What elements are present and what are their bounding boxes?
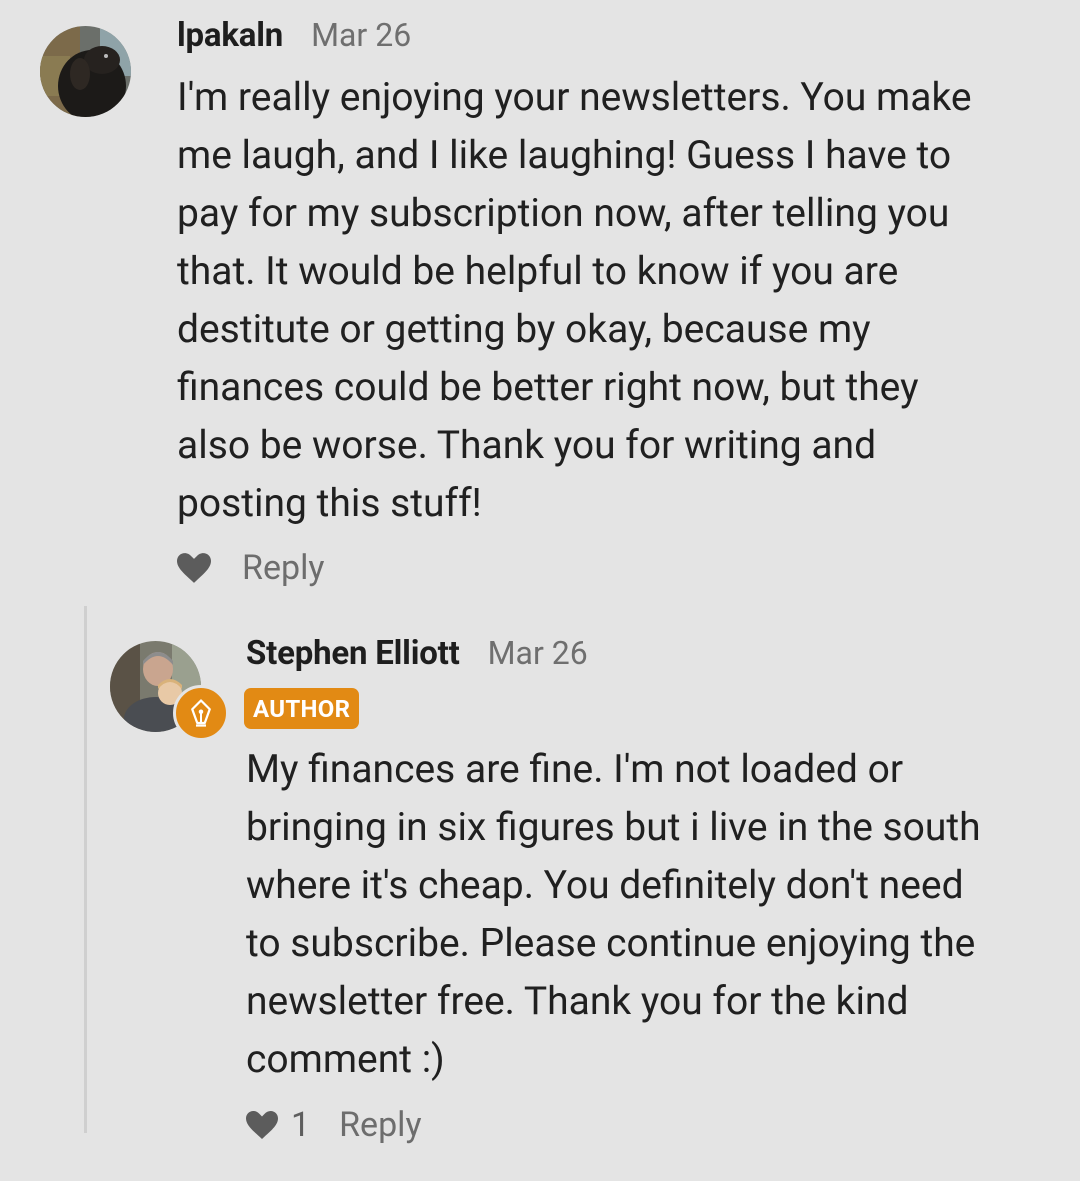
comment-date[interactable]: Mar 26	[311, 16, 411, 54]
comment-body-line: posting this stuff!	[177, 480, 482, 526]
like-button[interactable]: 1	[246, 1105, 310, 1145]
comment-body-line: My finances are fine. I'm not loaded or	[246, 746, 904, 792]
username[interactable]: lpakaln	[177, 16, 283, 55]
author-tag: AUTHOR	[244, 688, 360, 729]
comment-body-line: destitute or getting by okay, because my	[177, 306, 871, 352]
comment-body-line: where it's cheap. You definitely don't n…	[246, 862, 964, 908]
comment-body-line: bringing in six figures but i live in th…	[246, 804, 981, 850]
comment-body: I'm really enjoying your newsletters. Yo…	[177, 68, 972, 532]
comment-body-line: to subscribe. Please continue enjoying t…	[246, 920, 976, 966]
comment-body-line: I'm really enjoying your newsletters. Yo…	[177, 74, 972, 120]
heart-icon	[177, 553, 211, 583]
comment-header: Stephen Elliott Mar 26	[246, 634, 588, 673]
pen-nib-icon	[191, 699, 211, 727]
reply-button[interactable]: Reply	[339, 1105, 421, 1145]
avatar[interactable]	[40, 26, 131, 117]
comment-body-line: me laugh, and I like laughing! Guess I h…	[177, 132, 952, 178]
comment-actions: 1 Reply	[246, 1102, 422, 1148]
comment-body-line: also be worse. Thank you for writing and	[177, 422, 877, 468]
comment-body: My finances are fine. I'm not loaded or …	[246, 740, 981, 1088]
reply-button[interactable]: Reply	[242, 548, 324, 588]
comment-body-line: comment :)	[246, 1036, 445, 1082]
comment-body-line: newsletter free. Thank you for the kind	[246, 978, 909, 1024]
comment-date[interactable]: Mar 26	[488, 634, 588, 672]
comment-actions: Reply	[177, 545, 324, 591]
comment-body-line: that. It would be helpful to know if you…	[177, 248, 899, 294]
comment-body-line: finances could be better right now, but …	[177, 364, 919, 410]
like-count: 1	[291, 1105, 311, 1145]
heart-icon	[246, 1111, 278, 1139]
comment-body-line: pay for my subscription now, after telli…	[177, 190, 950, 236]
reply-thread-line	[84, 606, 87, 1133]
username[interactable]: Stephen Elliott	[246, 634, 460, 673]
comment-header: lpakaln Mar 26	[177, 16, 411, 55]
like-button[interactable]	[177, 553, 211, 583]
author-badge	[173, 685, 229, 741]
